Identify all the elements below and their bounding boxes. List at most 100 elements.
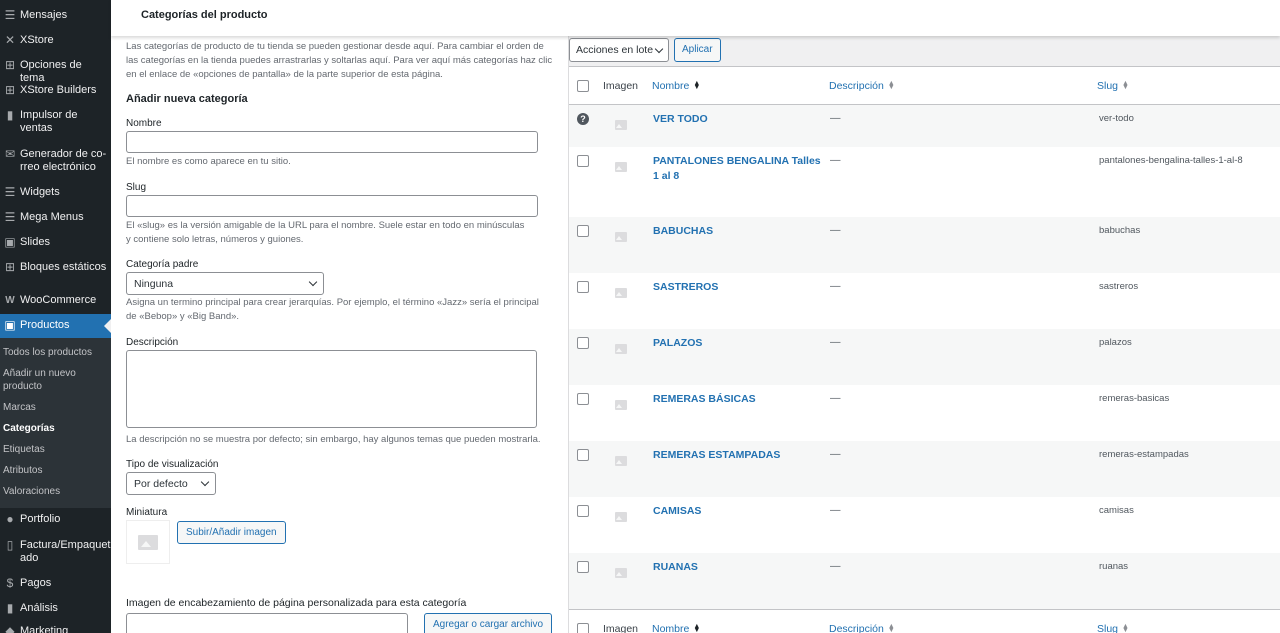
category-thumbnail bbox=[609, 155, 633, 179]
name-label: Nombre bbox=[126, 118, 162, 129]
category-thumbnail bbox=[609, 281, 633, 305]
image-placeholder-icon bbox=[615, 120, 627, 130]
bulk-actions-select[interactable]: Acciones en lote bbox=[569, 38, 669, 62]
add-category-form: Las categorías de producto de tu tienda … bbox=[111, 36, 568, 633]
header-image-label: Imagen de encabezamiento de página perso… bbox=[126, 597, 467, 609]
category-thumbnail bbox=[609, 113, 633, 137]
table-row: BABUCHAS — babuchas bbox=[569, 217, 1280, 273]
email-generator-icon: ✉ bbox=[4, 147, 16, 161]
name-field[interactable] bbox=[126, 131, 538, 153]
image-placeholder-icon bbox=[615, 162, 627, 172]
sidebar-item-opciones-tema[interactable]: ⊞ Opciones de tema bbox=[0, 59, 111, 85]
submenu-categorias[interactable]: Categorías bbox=[0, 418, 111, 439]
column-slug-sort-footer[interactable]: Slug ▲ ▼ bbox=[1097, 623, 1129, 633]
image-placeholder-icon bbox=[138, 534, 158, 550]
row-checkbox[interactable] bbox=[577, 561, 589, 573]
sidebar-item-mega-menus[interactable]: ☰ Mega Menus bbox=[0, 211, 111, 224]
submenu-anadir-producto[interactable]: Añadir un nuevo producto bbox=[0, 363, 80, 397]
upload-image-button[interactable]: Subir/Añadir imagen bbox=[177, 521, 286, 544]
admin-sidebar: ☰ Mensajes ✕ XStore ⊞ Opciones de tema ⊞ XSt… bbox=[0, 0, 111, 633]
sidebar-item-marketing[interactable]: ◆ Marketing bbox=[0, 625, 111, 633]
column-name-sort[interactable]: Nombre ▲ ▼ bbox=[652, 80, 700, 92]
row-checkbox[interactable] bbox=[577, 225, 589, 237]
sidebar-item-generador-correo[interactable]: ✉ Generador de co-rreo electrónico bbox=[0, 148, 111, 174]
sidebar-item-widgets[interactable]: ☰ Widgets bbox=[0, 186, 111, 199]
image-placeholder-icon bbox=[615, 568, 627, 578]
column-description-sort[interactable]: Descripción ▲ ▼ bbox=[829, 80, 895, 92]
category-name-link[interactable]: PANTALONES BENGALINA Talles 1 al 8 bbox=[653, 154, 823, 184]
sidebar-item-analisis[interactable]: ▮ Análisis bbox=[0, 602, 111, 615]
row-checkbox[interactable] bbox=[577, 281, 589, 293]
category-thumbnail bbox=[609, 505, 633, 529]
category-slug: remeras-estampadas bbox=[1099, 449, 1189, 460]
sidebar-item-xstore[interactable]: ✕ XStore bbox=[0, 34, 111, 47]
sort-icon: ▲ ▼ bbox=[1122, 623, 1129, 633]
row-checkbox[interactable] bbox=[577, 505, 589, 517]
category-thumbnail bbox=[609, 393, 633, 417]
submenu-etiquetas[interactable]: Etiquetas bbox=[0, 439, 111, 460]
header-image-field[interactable] bbox=[126, 613, 408, 633]
form-heading: Añadir nueva categoría bbox=[126, 93, 248, 105]
mega-menus-icon: ☰ bbox=[4, 210, 16, 224]
sidebar-item-pagos[interactable]: $ Pagos bbox=[0, 577, 111, 590]
image-placeholder-icon bbox=[615, 288, 627, 298]
category-name-link[interactable]: PALAZOS bbox=[653, 336, 823, 351]
parent-select-value: Ninguna bbox=[134, 277, 174, 290]
row-checkbox[interactable] bbox=[577, 155, 589, 167]
category-name-link[interactable]: BABUCHAS bbox=[653, 224, 823, 239]
sidebar-item-productos[interactable]: ▣ Productos bbox=[0, 314, 111, 338]
submenu-valoraciones[interactable]: Valoraciones bbox=[0, 481, 111, 502]
chevron-down-icon bbox=[654, 44, 664, 53]
payments-icon: $ bbox=[6, 576, 14, 590]
category-slug: babuchas bbox=[1099, 225, 1141, 236]
category-name-link[interactable]: RUANAS bbox=[653, 560, 823, 575]
page-title: Categorías del producto bbox=[141, 9, 268, 21]
sidebar-item-portfolio[interactable]: ● Portfolio bbox=[0, 513, 111, 526]
category-name-link[interactable]: SASTREROS bbox=[653, 280, 823, 295]
sort-ascending-icon: ▲ ▼ bbox=[693, 623, 701, 633]
submenu-todos-productos[interactable]: Todos los productos bbox=[0, 342, 111, 363]
category-slug: pantalones-bengalina-talles-1-al-8 bbox=[1099, 155, 1243, 166]
select-all-checkbox-footer[interactable] bbox=[577, 623, 589, 633]
thumbnail-preview bbox=[126, 520, 170, 564]
image-placeholder-icon bbox=[615, 400, 627, 410]
column-name-label: Nombre bbox=[652, 623, 690, 633]
parent-select[interactable]: Ninguna bbox=[126, 272, 324, 295]
row-checkbox[interactable] bbox=[577, 449, 589, 461]
theme-options-icon: ⊞ bbox=[4, 58, 16, 72]
category-name-link[interactable]: REMERAS ESTAMPADAS bbox=[653, 448, 823, 463]
column-name-sort-footer[interactable]: Nombre ▲ ▼ bbox=[652, 623, 700, 633]
sidebar-item-bloques[interactable]: ⊞ Bloques estáticos bbox=[0, 261, 111, 274]
table-header: Imagen Nombre ▲ ▼ Descripción ▲ ▼ Slug ▲ ▼ bbox=[569, 67, 1280, 105]
sidebar-item-impulsor[interactable]: ▮ Impulsor de ventas bbox=[0, 109, 111, 135]
sidebar-item-xstore-builders[interactable]: ⊞ XStore Builders bbox=[0, 84, 111, 97]
slug-field[interactable] bbox=[126, 195, 538, 217]
display-type-select[interactable]: Por defecto bbox=[126, 472, 216, 495]
sidebar-item-factura[interactable]: ▯ Factura/Empaquet ado bbox=[0, 539, 111, 565]
description-field[interactable] bbox=[126, 350, 537, 428]
categories-list: Acciones en lote Aplicar Imagen Nombre ▲ ▼… bbox=[568, 36, 1280, 633]
sidebar-item-mensajes[interactable]: ☰ Mensajes bbox=[0, 9, 111, 22]
row-checkbox[interactable] bbox=[577, 337, 589, 349]
submenu-atributos[interactable]: Atributos bbox=[0, 460, 111, 481]
display-type-label: Tipo de visualización bbox=[126, 459, 219, 470]
table-footer: Imagen Nombre ▲ ▼ Descripción ▲ ▼ Slug ▲ ▼ bbox=[569, 609, 1280, 633]
category-name-link[interactable]: CAMISAS bbox=[653, 504, 823, 519]
category-name-link[interactable]: REMERAS BÁSICAS bbox=[653, 392, 823, 407]
invoice-icon: ▯ bbox=[6, 538, 14, 552]
row-checkbox[interactable] bbox=[577, 393, 589, 405]
table-row: RUANAS — ruanas bbox=[569, 553, 1280, 609]
category-thumbnail bbox=[609, 225, 633, 249]
sidebar-item-woocommerce[interactable]: W WooCommerce bbox=[0, 294, 111, 307]
sidebar-item-slides[interactable]: ▣ Slides bbox=[0, 236, 111, 249]
category-thumbnail bbox=[609, 561, 633, 585]
submenu-marcas[interactable]: Marcas bbox=[0, 397, 111, 418]
column-slug-sort[interactable]: Slug ▲ ▼ bbox=[1097, 80, 1129, 92]
category-name-link[interactable]: VER TODO bbox=[653, 112, 823, 127]
apply-button[interactable]: Aplicar bbox=[674, 38, 721, 62]
add-file-button[interactable]: Agregar o cargar archivo bbox=[424, 613, 553, 633]
column-description-sort-footer[interactable]: Descripción ▲ ▼ bbox=[829, 623, 895, 633]
select-all-checkbox[interactable] bbox=[577, 80, 589, 92]
category-slug: remeras-basicas bbox=[1099, 393, 1170, 404]
marketing-icon: ◆ bbox=[5, 624, 15, 633]
